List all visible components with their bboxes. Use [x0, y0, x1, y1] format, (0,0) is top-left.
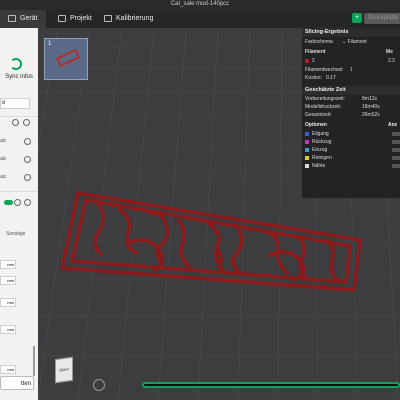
calibration-icon — [104, 14, 112, 22]
tab-kalibrierung-label: Kalibrierung — [116, 15, 154, 22]
mm-field[interactable]: mm — [0, 325, 16, 334]
option-reinigen[interactable]: Reinigen — [305, 155, 332, 162]
filament-header: Filament — [305, 49, 326, 55]
option-rueckzug[interactable]: Rückzug — [305, 139, 331, 146]
option-label: Nähte — [312, 163, 326, 169]
row-label: aic — [0, 156, 7, 162]
filament-row: 2 — [305, 58, 315, 65]
sidebar-bottom-button[interactable]: tten — [0, 376, 34, 390]
refresh-icon[interactable] — [24, 174, 31, 181]
reinigen-swatch — [305, 155, 309, 160]
farbschema-value: Filament — [347, 39, 367, 45]
slicing-title: Slicing-Ergebnis — [302, 28, 400, 37]
tab-projekt-label: Projekt — [70, 15, 92, 22]
vorbereitung-value: 8m12s — [362, 96, 378, 102]
vorbereitung-label: Vorbereitungszeit: — [305, 96, 346, 102]
option-einzug[interactable]: Einzug — [305, 147, 327, 154]
percent-icon[interactable] — [24, 199, 31, 206]
refresh-icon[interactable] — [24, 138, 31, 145]
kosten-value: 0.17 — [326, 75, 336, 81]
kosten-label: Kosten: — [305, 75, 322, 81]
tab-geraet-label: Gerät — [20, 15, 38, 22]
naehte-swatch — [305, 163, 309, 168]
tab-kalibrierung[interactable]: Kalibrierung — [104, 10, 153, 28]
plate-number: 1 — [48, 41, 52, 47]
row-label: aic — [0, 138, 7, 144]
settings-icon[interactable] — [23, 119, 30, 126]
filament-swatch — [305, 58, 309, 63]
option-naehte[interactable]: Nähte — [305, 163, 325, 170]
tab-geraet[interactable]: Gerät — [0, 10, 46, 28]
mm-field[interactable]: mm — [0, 260, 16, 269]
project-icon — [58, 14, 66, 22]
option-visibility-toggle[interactable] — [392, 164, 400, 168]
mm-field[interactable]: mm — [0, 276, 16, 285]
settings-icon[interactable] — [14, 199, 21, 206]
sonstige-label: Sonstige — [6, 231, 26, 237]
sync-icon — [10, 58, 22, 70]
einzug-swatch — [305, 147, 309, 152]
rueckzug-swatch — [305, 139, 309, 144]
mm-field[interactable]: mm — [0, 365, 16, 374]
anzeige-label: Anz — [388, 122, 398, 128]
filamentwechsel-label: Filamentwechsel: — [305, 67, 344, 73]
option-label: Eilgang — [312, 131, 329, 137]
option-visibility-toggle[interactable] — [392, 140, 400, 144]
option-label: Reinigen — [312, 155, 332, 161]
list-item[interactable]: aic — [0, 156, 36, 165]
option-eilgang[interactable]: Eilgang — [305, 131, 329, 138]
plus-icon: + — [354, 14, 360, 21]
list-item[interactable]: aic — [0, 138, 36, 147]
filament-amount: 2.2 — [388, 58, 395, 64]
camera-view-icon[interactable] — [93, 379, 105, 391]
top-toolbar: Gerät Projekt Kalibrierung + Druckplatte — [0, 10, 400, 28]
slicing-result-panel: Slicing-Ergebnis Farbschema ⌄ Filament F… — [302, 28, 400, 198]
filament-item: 2 — [312, 58, 315, 64]
toggle-switch[interactable] — [4, 200, 13, 205]
tab-projekt[interactable]: Projekt — [58, 10, 92, 28]
gesamt-label: Gesamtzeit: — [305, 112, 332, 118]
plate-thumbnail[interactable]: 1 — [44, 38, 88, 80]
slice-button[interactable]: + — [352, 13, 362, 23]
title-bar: Cat_sale mod-140pcc — [0, 0, 400, 10]
option-visibility-toggle[interactable] — [392, 148, 400, 152]
farbschema-label: Farbschema — [305, 39, 333, 45]
row-label: aic — [0, 174, 7, 180]
window-title: Cat_sale mod-140pcc — [170, 1, 230, 7]
divider — [0, 191, 38, 192]
scrollbar[interactable] — [33, 346, 35, 376]
print-plate-button[interactable]: Druckplatte — [364, 13, 400, 24]
view-cube[interactable]: Oben — [55, 356, 73, 384]
farbschema-select[interactable]: ⌄ Filament — [342, 39, 367, 46]
cube-label: Oben — [59, 366, 69, 373]
modell-label: Modelldruckzeit: — [305, 104, 342, 110]
time-title: Geschätzte Zeit — [302, 86, 400, 95]
sync-infos-button[interactable]: Sync infos — [0, 38, 38, 98]
model-outline — [60, 191, 362, 292]
eilgang-swatch — [305, 131, 309, 136]
sync-label: Sync infos — [5, 74, 33, 80]
printer-icon — [8, 14, 16, 22]
divider — [0, 116, 38, 117]
modell-value: 18m40s — [362, 104, 380, 110]
preset-field[interactable]: d — [0, 98, 30, 109]
list-item[interactable]: aic — [0, 174, 36, 183]
option-label: Rückzug — [312, 139, 332, 145]
model-thumbnail — [55, 48, 81, 68]
menge-header: Me — [386, 49, 393, 55]
option-visibility-toggle[interactable] — [392, 156, 400, 160]
mm-field[interactable]: mm — [0, 298, 16, 307]
optionen-label: Optionen — [305, 122, 327, 128]
left-sidebar: Sync infos d aic aic aic Sonstige mm mm … — [0, 28, 38, 400]
option-visibility-toggle[interactable] — [392, 132, 400, 136]
gesamt-value: 26m52s — [362, 112, 380, 118]
filamentwechsel-value: 1 — [350, 67, 353, 73]
layer-slider[interactable] — [142, 382, 400, 388]
refresh-icon[interactable] — [24, 156, 31, 163]
option-label: Einzug — [312, 147, 328, 153]
edit-icon[interactable] — [12, 119, 19, 126]
